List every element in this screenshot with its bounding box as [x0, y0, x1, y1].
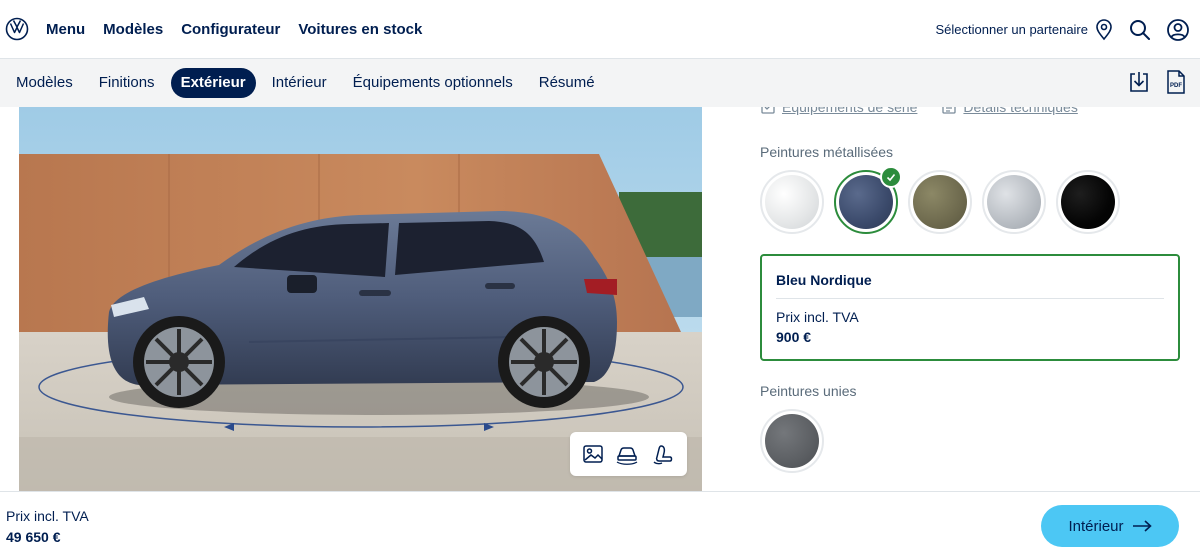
standard-equipment-link[interactable]: Équipements de série	[760, 107, 917, 115]
svg-text:PDF: PDF	[1170, 83, 1182, 89]
exterior-360-icon[interactable]	[615, 443, 639, 465]
next-step-label: Intérieur	[1068, 517, 1124, 535]
swatch-metallic-4[interactable]	[982, 170, 1046, 234]
tab-interior[interactable]: Intérieur	[262, 68, 337, 98]
technical-details-label: Détails techniques	[963, 107, 1078, 115]
color-options-panel: Équipements de série Détails techniques …	[760, 107, 1180, 491]
download-icon[interactable]	[1128, 70, 1150, 94]
interior-seat-icon[interactable]	[651, 443, 675, 465]
info-links: Équipements de série Détails techniques	[760, 107, 1078, 115]
nav-configurator[interactable]: Configurateur	[181, 21, 280, 38]
selected-color-name: Bleu Nordique	[776, 272, 1164, 299]
document-icon	[942, 107, 957, 114]
price-footer: Prix incl. TVA 49 650 €	[0, 491, 1200, 555]
image-view-icon[interactable]	[582, 444, 604, 464]
top-header: Menu Modèles Configurateur Voitures en s…	[0, 0, 1200, 59]
swatch-metallic-2[interactable]	[834, 166, 902, 234]
total-price: 49 650 €	[6, 529, 61, 545]
metallic-paints-label: Peintures métallisées	[760, 144, 894, 160]
solid-swatches	[760, 409, 824, 473]
vw-logo-icon[interactable]	[5, 17, 29, 41]
pdf-icon[interactable]: PDF	[1166, 70, 1186, 94]
metallic-swatches	[760, 166, 1120, 234]
swatch-fill	[765, 414, 819, 468]
selected-color-price: 900 €	[776, 329, 812, 345]
user-account-icon[interactable]	[1166, 18, 1190, 42]
subnav-actions: PDF	[1128, 70, 1186, 94]
solid-paints-label: Peintures unies	[760, 383, 857, 399]
total-price-label: Prix incl. TVA	[6, 508, 89, 524]
tab-exterior[interactable]: Extérieur	[170, 68, 256, 98]
step-tabs: Modèles Finitions Extérieur Intérieur Éq…	[6, 67, 605, 99]
main-nav: Menu Modèles Configurateur Voitures en s…	[46, 0, 422, 59]
location-pin-icon	[1096, 18, 1112, 40]
selected-color-price-label: Prix incl. TVA	[776, 309, 859, 325]
swatch-fill	[913, 175, 967, 229]
swatch-metallic-1[interactable]	[760, 170, 824, 234]
partner-selector[interactable]: Sélectionner un partenaire	[935, 18, 1115, 41]
tab-models[interactable]: Modèles	[6, 68, 83, 98]
nav-models[interactable]: Modèles	[103, 21, 163, 38]
swatch-fill	[1061, 175, 1115, 229]
search-icon[interactable]	[1128, 18, 1152, 42]
header-actions: Sélectionner un partenaire	[936, 0, 1191, 59]
selected-check-icon	[880, 166, 902, 188]
next-step-button[interactable]: Intérieur	[1041, 505, 1179, 547]
swatch-fill	[987, 175, 1041, 229]
swatch-metallic-5[interactable]	[1056, 170, 1120, 234]
tab-trims[interactable]: Finitions	[89, 68, 165, 98]
swatch-solid-1[interactable]	[760, 409, 824, 473]
technical-details-link[interactable]: Détails techniques	[941, 107, 1078, 115]
standard-equipment-label: Équipements de série	[782, 107, 918, 115]
view-mode-controls	[570, 432, 687, 476]
tab-options[interactable]: Équipements optionnels	[343, 68, 523, 98]
swatch-metallic-3[interactable]	[908, 170, 972, 234]
partner-label: Sélectionner un partenaire	[935, 22, 1089, 37]
selected-color-card: Bleu Nordique Prix incl. TVA 900 €	[760, 254, 1180, 361]
configurator-steps: Modèles Finitions Extérieur Intérieur Éq…	[0, 59, 1200, 107]
nav-stock[interactable]: Voitures en stock	[298, 21, 422, 38]
arrow-right-icon	[1132, 520, 1152, 532]
tab-summary[interactable]: Résumé	[529, 68, 605, 98]
nav-menu[interactable]: Menu	[46, 21, 85, 38]
swatch-fill	[765, 175, 819, 229]
checklist-icon	[761, 107, 775, 114]
